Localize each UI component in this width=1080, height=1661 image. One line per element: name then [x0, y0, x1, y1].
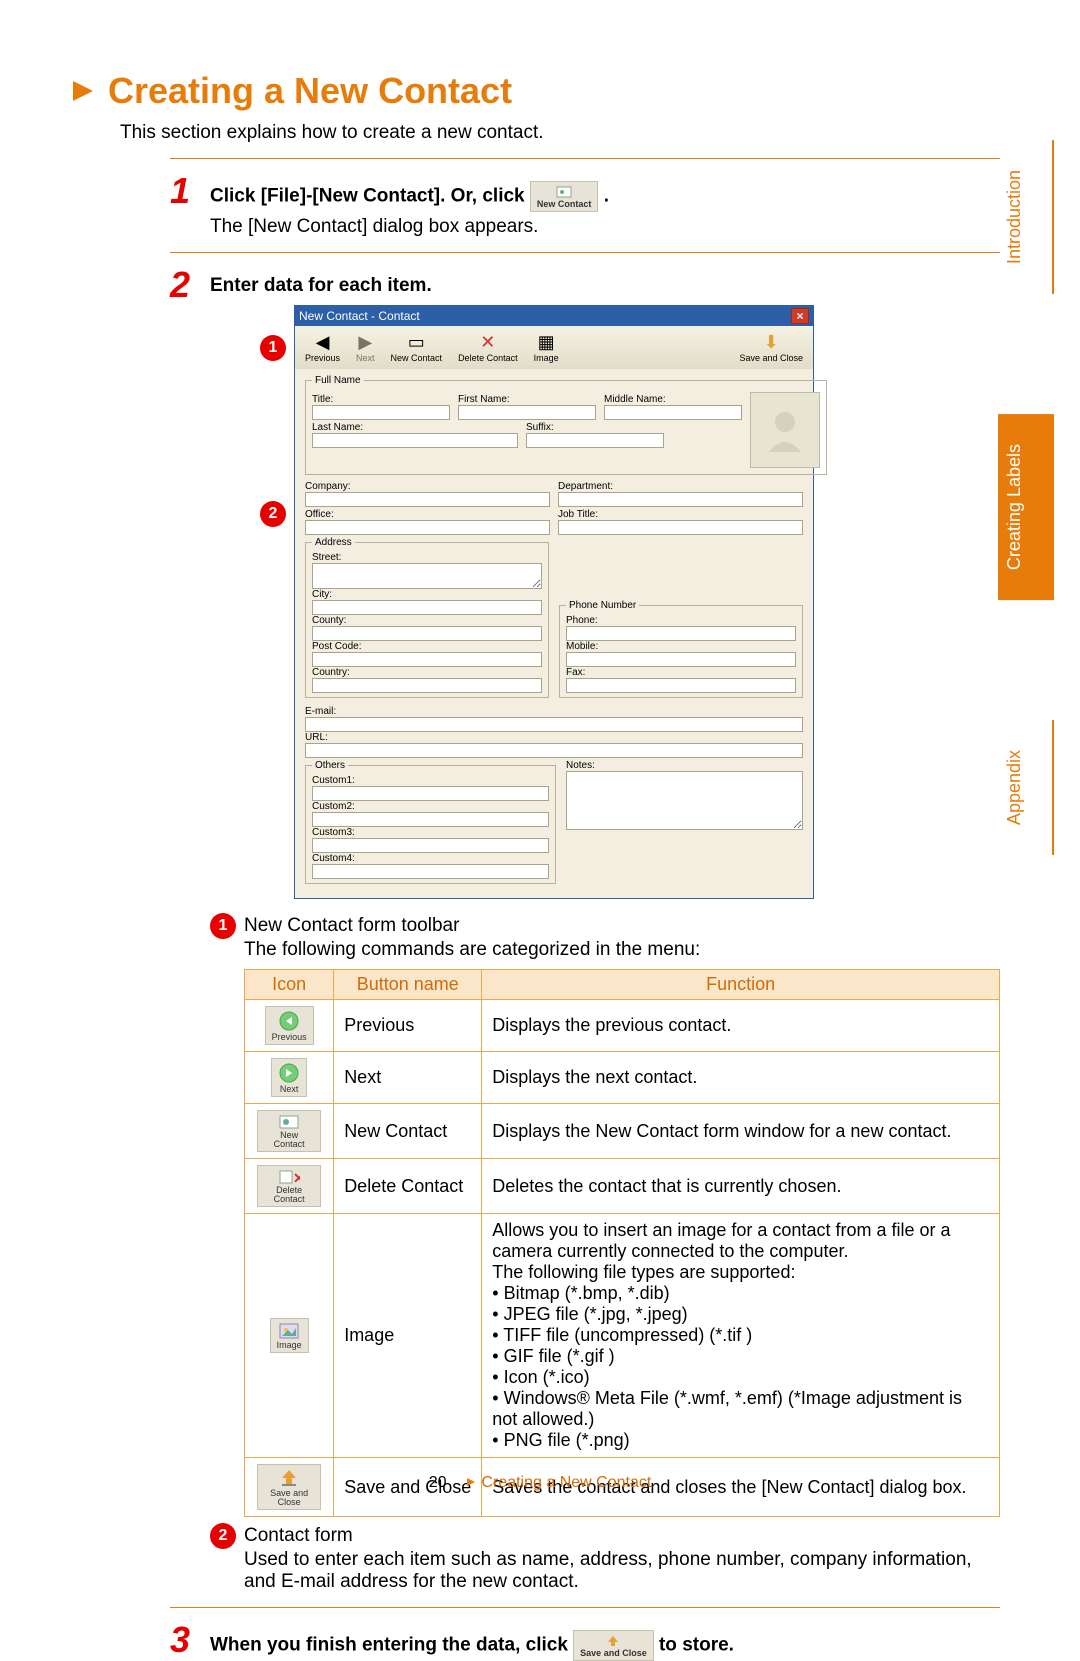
function-cell: Deletes the contact that is currently ch… — [482, 1159, 1000, 1214]
mobile-field[interactable] — [566, 652, 796, 667]
step2-text: Enter data for each item. — [210, 275, 1000, 297]
company-field[interactable] — [305, 492, 550, 507]
image-chip: Image — [270, 1318, 309, 1353]
fax-field[interactable] — [566, 678, 796, 693]
callout2-sub: Used to enter each item such as name, ad… — [244, 1549, 1000, 1593]
divider — [170, 252, 1000, 253]
new-contact-button[interactable]: ▭New Contact — [387, 330, 447, 365]
callout-1-section: 1 New Contact form toolbar The following… — [210, 913, 1000, 1517]
street-field[interactable] — [312, 563, 542, 589]
callout-marker-1: 1 — [210, 913, 236, 939]
button-name-cell: Image — [334, 1214, 482, 1458]
city-field[interactable] — [312, 600, 542, 615]
save-close-chip: Save and Close — [573, 1630, 654, 1661]
office-field[interactable] — [305, 520, 550, 535]
function-cell: Displays the previous contact. — [482, 1000, 1000, 1052]
title-field[interactable] — [312, 405, 450, 420]
page-number: 20 — [429, 1474, 447, 1491]
callout-2-section: 2 Contact form Used to enter each item s… — [210, 1523, 1000, 1593]
first-name-field[interactable] — [458, 405, 596, 420]
previous-button[interactable]: ◀Previous — [301, 330, 344, 365]
table-row: NextNextDisplays the next contact. — [245, 1052, 1000, 1104]
th-icon: Icon — [245, 970, 334, 1000]
table-row: PreviousPreviousDisplays the previous co… — [245, 1000, 1000, 1052]
step3-text-post: to store. — [659, 1635, 734, 1656]
delete-contact-button[interactable]: ✕Delete Contact — [454, 330, 522, 365]
table-row: New ContactNew ContactDisplays the New C… — [245, 1104, 1000, 1159]
page-heading: Creating a New Contact — [70, 70, 1000, 112]
step-number: 3 — [170, 1622, 200, 1661]
page-footer: 20 Creating a New Contact — [0, 1474, 1080, 1492]
country-field[interactable] — [312, 678, 542, 693]
step-3: 3 When you finish entering the data, cli… — [170, 1622, 1000, 1661]
th-func: Function — [482, 970, 1000, 1000]
new-contact-chip: New Contact — [530, 181, 599, 212]
side-tab-appendix[interactable]: Appendix — [998, 720, 1054, 855]
intro-text: This section explains how to create a ne… — [120, 122, 1000, 144]
dialog-toolbar: ◀Previous ▶Next ▭New Contact ✕Delete Con… — [295, 326, 813, 369]
side-tab-introduction[interactable]: Introduction — [998, 140, 1054, 294]
function-cell: Allows you to insert an image for a cont… — [482, 1214, 1000, 1458]
function-cell: Displays the next contact. — [482, 1052, 1000, 1104]
phone-field[interactable] — [566, 626, 796, 641]
svg-text:✕: ✕ — [293, 1170, 300, 1185]
button-name-cell: New Contact — [334, 1104, 482, 1159]
callout1-sub: The following commands are categorized i… — [244, 939, 1000, 961]
heading-arrow-icon — [70, 78, 96, 104]
department-field[interactable] — [558, 492, 803, 507]
button-name-cell: Next — [334, 1052, 482, 1104]
postcode-field[interactable] — [312, 652, 542, 667]
callout-marker-2: 2 — [260, 501, 286, 527]
notes-field[interactable] — [566, 771, 803, 830]
button-name-cell: Previous — [334, 1000, 482, 1052]
county-field[interactable] — [312, 626, 542, 641]
step-1: 1 Click [File]-[New Contact]. Or, click … — [170, 173, 1000, 238]
step1-text-post: . — [604, 186, 609, 207]
step-number: 1 — [170, 173, 200, 238]
custom2-field[interactable] — [312, 812, 549, 827]
email-field[interactable] — [305, 717, 803, 732]
dialog-title: New Contact - Contact — [299, 309, 420, 323]
url-field[interactable] — [305, 743, 803, 758]
image-button[interactable]: ▦Image — [530, 330, 563, 365]
callout-marker-1: 1 — [260, 335, 286, 361]
new-contact-chip: New Contact — [257, 1110, 321, 1152]
callout2-title: Contact form — [244, 1525, 353, 1547]
close-icon[interactable]: × — [791, 308, 809, 324]
next-chip: Next — [271, 1058, 307, 1097]
custom1-field[interactable] — [312, 786, 549, 801]
divider — [170, 1607, 1000, 1608]
delete-contact-chip: ✕Delete Contact — [257, 1165, 321, 1207]
footer-title: Creating a New Contact — [481, 1474, 651, 1491]
button-name-cell: Delete Contact — [334, 1159, 482, 1214]
last-name-field[interactable] — [312, 433, 518, 448]
custom3-field[interactable] — [312, 838, 549, 853]
middle-name-field[interactable] — [604, 405, 742, 420]
avatar-placeholder — [750, 392, 820, 468]
table-row: ImageImageAllows you to insert an image … — [245, 1214, 1000, 1458]
table-row: ✕Delete Contact Delete ContactDeletes the… — [245, 1159, 1000, 1214]
suffix-field[interactable] — [526, 433, 664, 448]
custom4-field[interactable] — [312, 864, 549, 879]
job-title-field[interactable] — [558, 520, 803, 535]
callout-marker-2: 2 — [210, 1523, 236, 1549]
toolbar-commands-table: Icon Button name Function Previous Previo… — [244, 969, 1000, 1517]
side-tab-creating-labels[interactable]: Creating Labels — [998, 414, 1054, 600]
new-contact-dialog: New Contact - Contact × ◀Previous ▶Next … — [294, 305, 814, 899]
save-close-button[interactable]: ⬇Save and Close — [735, 330, 807, 365]
page-title: Creating a New Contact — [108, 70, 512, 112]
step-number: 2 — [170, 267, 200, 899]
step-2: 2 Enter data for each item. 1 2 New Cont… — [170, 267, 1000, 899]
step1-sub: The [New Contact] dialog box appears. — [210, 216, 1000, 238]
step1-text-pre: Click [File]-[New Contact]. Or, click — [210, 186, 525, 207]
next-button[interactable]: ▶Next — [352, 330, 379, 365]
th-name: Button name — [334, 970, 482, 1000]
callout1-title: New Contact form toolbar — [244, 915, 459, 937]
previous-chip: Previous — [265, 1006, 314, 1045]
divider — [170, 158, 1000, 159]
function-cell: Displays the New Contact form window for… — [482, 1104, 1000, 1159]
step3-text-pre: When you finish entering the data, click — [210, 1635, 568, 1656]
